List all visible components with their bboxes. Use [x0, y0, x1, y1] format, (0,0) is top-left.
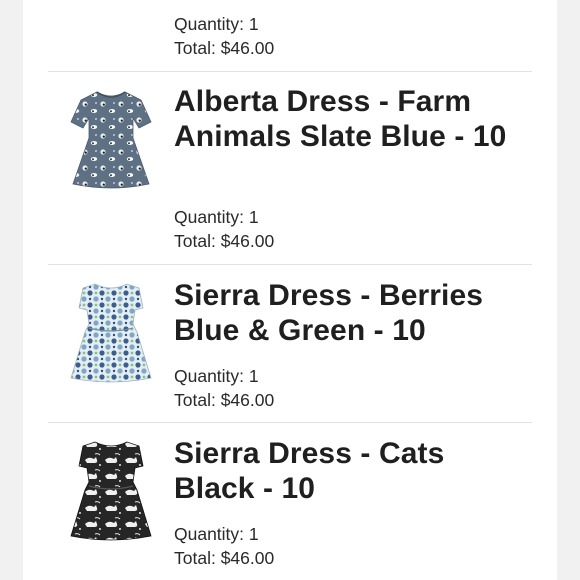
- divider: [48, 422, 532, 423]
- item-total: Total: $46.00: [174, 231, 275, 251]
- product-thumbnail-berries-dress[interactable]: [63, 278, 159, 388]
- product-title[interactable]: Alberta Dress - Farm Animals Slate Blue …: [174, 84, 524, 154]
- item-details: Quantity: 1 Total: $46.00: [174, 364, 274, 412]
- product-title[interactable]: Sierra Dress - Berries Blue & Green - 10: [174, 278, 524, 348]
- order-summary-card: Quantity: 1 Total: $46.00 Alberta Dress …: [23, 0, 557, 580]
- item-total: Total: $46.00: [174, 548, 275, 568]
- item-quantity: Quantity: 1: [174, 524, 259, 544]
- divider: [48, 264, 532, 265]
- divider: [48, 71, 532, 72]
- item-quantity: Quantity: 1: [174, 207, 259, 227]
- item-details: Quantity: 1 Total: $46.00: [174, 522, 274, 570]
- item-details: Quantity: 1 Total: $46.00: [174, 205, 274, 253]
- item-total: Total: $46.00: [174, 390, 275, 410]
- item-quantity: Quantity: 1: [174, 14, 259, 34]
- product-thumbnail-farm-animals-dress[interactable]: [63, 84, 159, 194]
- item-total: Total: $46.00: [174, 38, 275, 58]
- product-title[interactable]: Sierra Dress - Cats Black - 10: [174, 436, 524, 506]
- cart-item-partial-details: Quantity: 1 Total: $46.00: [174, 12, 274, 60]
- product-thumbnail-cats-dress[interactable]: [63, 436, 159, 546]
- item-quantity: Quantity: 1: [174, 366, 259, 386]
